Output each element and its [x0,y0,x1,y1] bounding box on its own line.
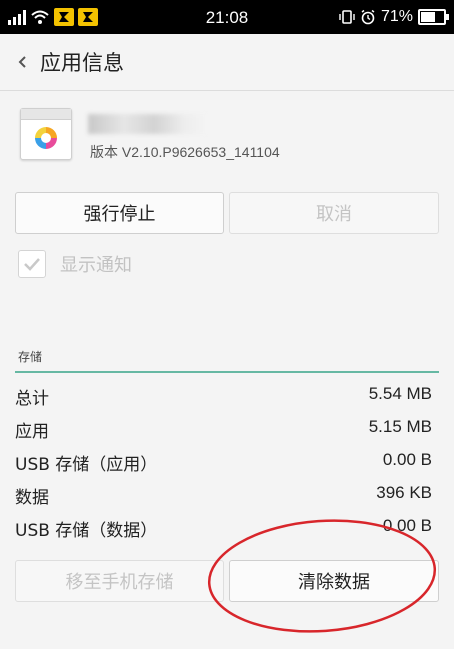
move-to-phone-storage-button[interactable]: 移至手机存储 [15,560,224,602]
alarm-icon [361,9,375,25]
app-icon [20,108,72,160]
back-icon[interactable] [14,54,30,70]
storage-row-data: 数据 396 KB [15,477,439,510]
row-value: 396 KB [376,483,432,502]
row-label: 数据 [15,488,49,508]
storage-section-title: 存储 [18,350,43,364]
row-label: USB 存储（应用） [15,455,158,475]
app-name-redacted [88,114,208,134]
storage-row-usb-app: USB 存储（应用） 0.00 B [15,444,439,477]
cancel-button[interactable]: 取消 [229,192,439,234]
show-notification-checkbox[interactable] [18,250,46,278]
check-icon [24,258,40,271]
app-info: 版本 V2.10.P9626653_141104 [0,100,454,180]
app-bar: 应用信息 [0,34,454,91]
show-notification-label: 显示通知 [60,255,132,276]
storage-row-total: 总计 5.54 MB [15,378,439,411]
force-stop-button[interactable]: 强行停止 [15,192,224,234]
status-right: 71% [339,7,449,27]
annotation-ellipse [207,519,437,633]
row-label: 总计 [15,389,49,409]
row-value: 5.54 MB [368,384,432,403]
clear-data-button[interactable]: 清除数据 [229,560,439,602]
section-divider [15,371,439,373]
page-title: 应用信息 [40,51,124,75]
row-value: 5.15 MB [368,417,432,436]
battery-percent: 71% [380,8,413,25]
vibrate-icon [339,10,355,24]
show-notification-row[interactable]: 显示通知 [18,250,132,278]
app-version: 版本 V2.10.P9626653_141104 [90,144,280,160]
storage-row-usb-data: USB 存储（数据） 0.00 B [15,510,439,543]
status-bar: 21:08 71% [0,0,454,34]
battery-icon [418,9,449,25]
storage-row-app: 应用 5.15 MB [15,411,439,444]
row-label: 应用 [15,422,49,442]
row-value: 0.00 B [382,516,432,535]
row-value: 0.00 B [382,450,432,469]
row-label: USB 存储（数据） [15,521,158,541]
